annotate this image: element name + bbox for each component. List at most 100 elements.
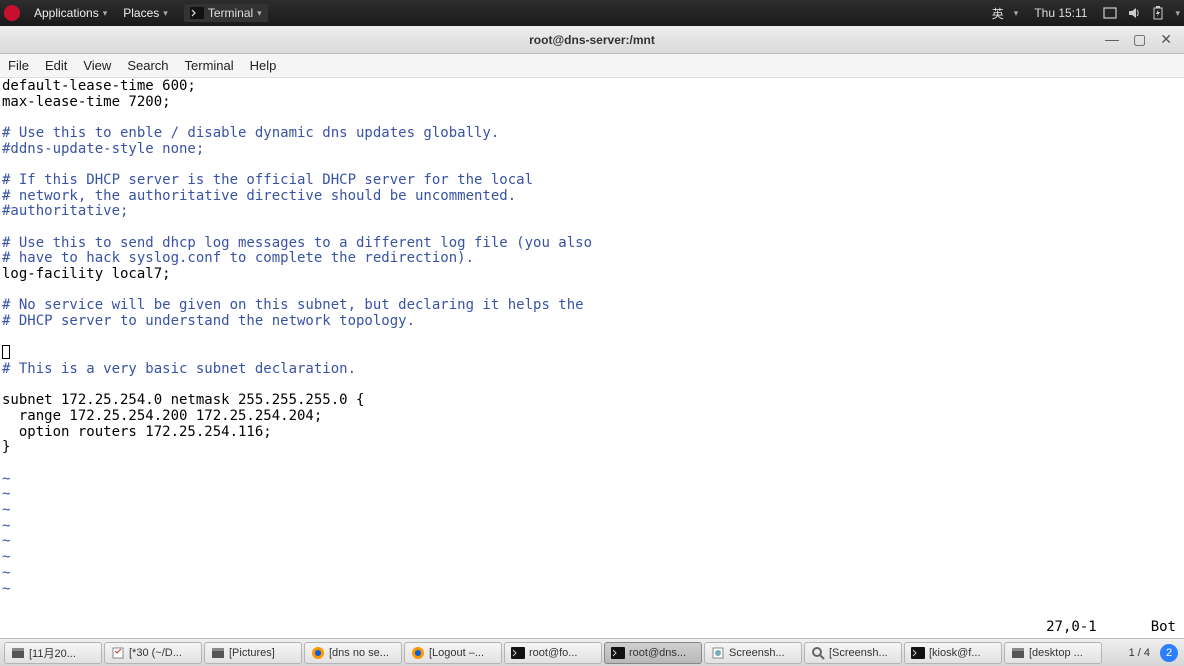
comment-line: #authoritative; (2, 203, 128, 219)
chevron-down-icon: ▾ (103, 8, 108, 19)
taskbar-item-label: [Logout –... (429, 647, 484, 659)
vim-status-line: 27,0-1 Bot (1046, 620, 1176, 636)
taskbar-item-label: [11月20... (29, 645, 76, 661)
applications-label: Applications (34, 6, 99, 20)
menu-help[interactable]: Help (250, 58, 277, 73)
taskbar-item[interactable]: Screensh... (704, 642, 802, 664)
taskbar-item[interactable]: root@fo... (504, 642, 602, 664)
comment-line: # network, the authoritative directive s… (2, 188, 516, 204)
terminal-launcher[interactable]: Terminal ▾ (184, 4, 268, 22)
app-icon (311, 646, 325, 660)
battery-icon[interactable] (1151, 6, 1165, 20)
taskbar-item-label: [desktop ... (1029, 647, 1083, 659)
code-line: default-lease-time 600; (2, 78, 196, 94)
comment-line: # have to hack syslog.conf to complete t… (2, 250, 474, 266)
app-icon (611, 646, 625, 660)
volume-icon[interactable] (1127, 6, 1141, 20)
terminal-icon (190, 6, 204, 20)
minimize-button[interactable]: — (1105, 31, 1119, 48)
taskbar-item[interactable]: [desktop ... (1004, 642, 1102, 664)
menubar: File Edit View Search Terminal Help (0, 54, 1184, 78)
menu-terminal[interactable]: Terminal (185, 58, 234, 73)
terminal-launcher-label: Terminal (208, 6, 253, 20)
menu-file[interactable]: File (8, 58, 29, 73)
comment-line: # DHCP server to understand the network … (2, 313, 415, 329)
code-line: log-facility local7; (2, 266, 171, 282)
app-icon (711, 646, 725, 660)
chevron-down-icon: ▾ (1014, 8, 1019, 19)
vim-tilde: ~ (2, 533, 10, 549)
terminal-window: root@dns-server:/mnt — ▢ ✕ File Edit Vie… (0, 26, 1184, 638)
app-icon (411, 646, 425, 660)
taskbar-item-label: [Screensh... (829, 647, 888, 659)
app-icon (111, 646, 125, 660)
maximize-button[interactable]: ▢ (1133, 31, 1146, 48)
close-button[interactable]: ✕ (1160, 31, 1172, 48)
workspace-switcher[interactable]: 1 / 4 (1121, 647, 1158, 659)
taskbar-item[interactable]: [Screensh... (804, 642, 902, 664)
comment-line: # No service will be given on this subne… (2, 297, 584, 313)
window-icon[interactable] (1103, 6, 1117, 20)
vim-tilde: ~ (2, 502, 10, 518)
clock[interactable]: Thu 15:11 (1034, 6, 1087, 20)
taskbar-item[interactable]: [dns no se... (304, 642, 402, 664)
menu-search[interactable]: Search (127, 58, 168, 73)
cursor-position: 27,0-1 (1046, 619, 1097, 635)
code-line: max-lease-time 7200; (2, 94, 171, 110)
taskbar-item-label: [Pictures] (229, 647, 275, 659)
notification-badge[interactable]: 2 (1160, 644, 1178, 662)
comment-line: # Use this to enble / disable dynamic dn… (2, 125, 499, 141)
taskbar-item[interactable]: [11月20... (4, 642, 102, 664)
comment-line: #ddns-update-style none; (2, 141, 204, 157)
places-label: Places (123, 6, 159, 20)
chevron-down-icon: ▾ (163, 8, 168, 19)
app-icon (11, 646, 25, 660)
vim-tilde: ~ (2, 581, 10, 597)
code-line: range 172.25.254.200 172.25.254.204; (2, 408, 322, 424)
code-line: option routers 172.25.254.116; (2, 424, 272, 440)
comment-line: # If this DHCP server is the official DH… (2, 172, 533, 188)
window-controls: — ▢ ✕ (1105, 31, 1184, 48)
code-line: subnet 172.25.254.0 netmask 255.255.255.… (2, 392, 364, 408)
chevron-down-icon: ▾ (1175, 8, 1180, 19)
taskbar-item-label: [dns no se... (329, 647, 389, 659)
scroll-indicator: Bot (1151, 619, 1176, 635)
top-panel: Applications ▾ Places ▾ Terminal ▾ 英 ▾ T… (0, 0, 1184, 26)
distro-icon (4, 5, 20, 21)
taskbar-item[interactable]: [kiosk@f... (904, 642, 1002, 664)
vim-tilde: ~ (2, 486, 10, 502)
taskbar-item-label: [kiosk@f... (929, 647, 981, 659)
applications-menu[interactable]: Applications ▾ (26, 6, 115, 20)
taskbar-item[interactable]: [*30 (~/D... (104, 642, 202, 664)
vim-tilde: ~ (2, 549, 10, 565)
comment-line: # This is a very basic subnet declaratio… (2, 361, 356, 377)
menu-edit[interactable]: Edit (45, 58, 67, 73)
code-line: } (2, 439, 10, 455)
app-icon (911, 646, 925, 660)
taskbar-item-label: root@fo... (529, 647, 577, 659)
taskbar-item-label: root@dns... (629, 647, 686, 659)
app-icon (511, 646, 525, 660)
taskbar-item-label: [*30 (~/D... (129, 647, 182, 659)
comment-line: # Use this to send dhcp log messages to … (2, 235, 592, 251)
titlebar[interactable]: root@dns-server:/mnt — ▢ ✕ (0, 26, 1184, 54)
app-icon (1011, 646, 1025, 660)
menu-view[interactable]: View (83, 58, 111, 73)
ime-indicator[interactable]: 英 (992, 5, 1004, 22)
window-title: root@dns-server:/mnt (529, 33, 655, 47)
system-tray: 英 ▾ Thu 15:11 ▾ (992, 5, 1180, 22)
cursor (2, 345, 10, 359)
taskbar-item-label: Screensh... (729, 647, 785, 659)
app-icon (211, 646, 225, 660)
vim-tilde: ~ (2, 471, 10, 487)
vim-tilde: ~ (2, 518, 10, 534)
places-menu[interactable]: Places ▾ (115, 6, 176, 20)
terminal-content[interactable]: default-lease-time 600; max-lease-time 7… (0, 78, 1184, 638)
vim-tilde: ~ (2, 565, 10, 581)
taskbar-item[interactable]: root@dns... (604, 642, 702, 664)
app-icon (811, 646, 825, 660)
taskbar-item[interactable]: [Logout –... (404, 642, 502, 664)
taskbar-item[interactable]: [Pictures] (204, 642, 302, 664)
chevron-down-icon: ▾ (257, 8, 262, 19)
task-panel: [11月20... [*30 (~/D... [Pictures] [dns no s… (0, 638, 1184, 666)
